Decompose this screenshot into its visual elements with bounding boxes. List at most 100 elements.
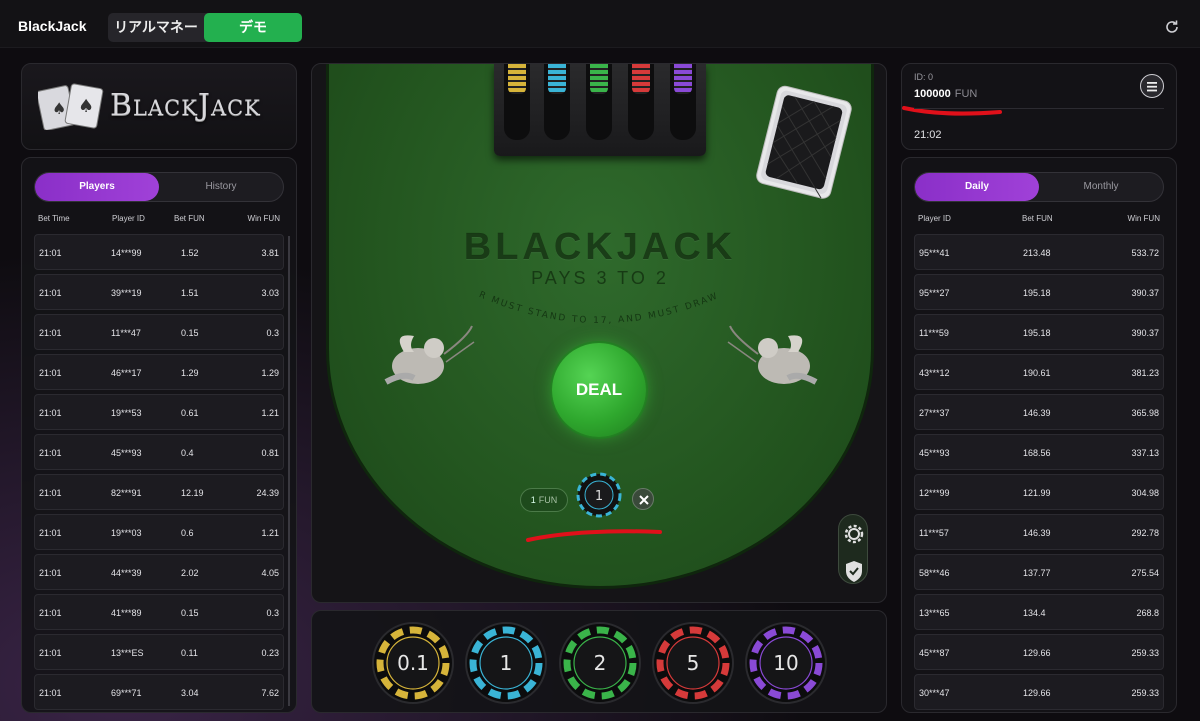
tab-monthly[interactable]: Monthly: [1039, 173, 1163, 201]
bet-amount: 146.39: [1023, 408, 1051, 418]
win-amount: 1.21: [261, 408, 279, 418]
player-id: 11***59: [919, 328, 949, 338]
bet-amount: 1.29: [181, 368, 199, 378]
clock: 21:02: [914, 129, 942, 141]
tab-daily[interactable]: Daily: [915, 173, 1039, 201]
bet-time: 21:01: [39, 488, 62, 498]
player-id: 82***91: [111, 488, 142, 498]
col-bet-time: Bet Time: [38, 214, 70, 223]
win-amount: 0.3: [266, 328, 279, 338]
bet-time: 21:01: [39, 288, 62, 298]
chip-0_1[interactable]: 0.1: [371, 621, 455, 705]
win-amount: 390.37: [1131, 328, 1159, 338]
chip-1[interactable]: 1: [464, 621, 548, 705]
table-row: 11***59 195.18 390.37: [914, 314, 1164, 350]
table-row: 45***87 129.66 259.33: [914, 634, 1164, 670]
win-amount: 390.37: [1131, 288, 1159, 298]
player-id: 13***ES: [111, 648, 144, 658]
bet-time: 21:01: [39, 648, 62, 658]
win-amount: 3.03: [261, 288, 279, 298]
win-amount: 3.81: [261, 248, 279, 258]
demo-button[interactable]: デモ: [204, 13, 302, 42]
table-row: 95***41 213.48 533.72: [914, 234, 1164, 270]
deal-button[interactable]: DEAL: [552, 343, 646, 437]
table-row: 27***37 146.39 365.98: [914, 394, 1164, 430]
bet-amount: 1: [530, 495, 536, 505]
win-amount: 4.05: [261, 568, 279, 578]
tab-history[interactable]: History: [159, 173, 283, 201]
tab-players[interactable]: Players: [35, 173, 159, 201]
win-amount: 275.54: [1131, 568, 1159, 578]
bet-time: 21:01: [39, 608, 62, 618]
player-id: 95***41: [919, 248, 950, 258]
table-row: 21:01 39***19 1.51 3.03: [34, 274, 284, 310]
player-id: 39***19: [111, 288, 142, 298]
real-money-button[interactable]: リアルマネー: [108, 13, 204, 42]
table-row: 30***47 129.66 259.33: [914, 674, 1164, 710]
col-player-id: Player ID: [918, 214, 951, 223]
table-row: 95***27 195.18 390.37: [914, 274, 1164, 310]
player-id: 44***39: [111, 568, 142, 578]
table-row: 21:01 69***71 3.04 7.62: [34, 674, 284, 710]
bet-amount: 134.4: [1023, 608, 1046, 618]
bet-amount: 3.04: [181, 688, 199, 698]
bet-time: 21:01: [39, 688, 62, 698]
red-underline-annotation: [902, 106, 1002, 116]
account-panel: ID: 0 100000 FUN 21:02: [901, 63, 1177, 150]
bet-amount: 0.15: [181, 328, 199, 338]
win-amount: 268.8: [1136, 608, 1159, 618]
table-row: 12***99 121.99 304.98: [914, 474, 1164, 510]
bet-amount: 0.61: [181, 408, 199, 418]
player-id: 11***47: [111, 328, 141, 338]
win-amount: 259.33: [1131, 648, 1159, 658]
col-win: Win FUN: [1127, 214, 1160, 223]
balance: 100000 FUN: [914, 88, 977, 100]
bet-amount: 121.99: [1023, 488, 1051, 498]
win-amount: 7.62: [261, 688, 279, 698]
bet-amount: 1.52: [181, 248, 199, 258]
bet-amount: 0.4: [181, 448, 194, 458]
shield-check-icon[interactable]: [839, 555, 869, 590]
win-amount: 0.23: [261, 648, 279, 658]
win-amount: 259.33: [1131, 688, 1159, 698]
chip-5[interactable]: 5: [651, 621, 735, 705]
bet-amount: 0.11: [181, 648, 198, 658]
gear-icon[interactable]: [839, 515, 869, 550]
tray-slot: [670, 64, 696, 140]
chip-2[interactable]: 2: [558, 621, 642, 705]
logo-panel: ♠ ♠ BlackJack: [21, 63, 297, 150]
tray-slot: [544, 64, 570, 140]
player-id: 45***93: [919, 448, 950, 458]
win-amount: 337.13: [1131, 448, 1159, 458]
menu-button[interactable]: [1140, 74, 1164, 98]
table-row: 21:01 11***47 0.15 0.3: [34, 314, 284, 350]
mode-switch: リアルマネー デモ: [108, 13, 302, 42]
scrollbar[interactable]: [288, 236, 290, 706]
table-row: 21:01 19***53 0.61 1.21: [34, 394, 284, 430]
current-bet: 1 FUN: [520, 488, 568, 512]
win-amount: 365.98: [1131, 408, 1159, 418]
svg-text:DEALER MUST STAND TO 17, AND M: DEALER MUST STAND TO 17, AND MUST DRAW T…: [312, 288, 720, 326]
refresh-icon[interactable]: [1164, 19, 1180, 35]
col-player-id: Player ID: [112, 214, 145, 223]
chip-selector: 0.1 1 2 5 10: [311, 610, 887, 713]
tray-slot: [504, 64, 530, 140]
bet-time: 21:01: [39, 328, 62, 338]
col-win: Win FUN: [247, 214, 280, 223]
clear-bet-button[interactable]: [632, 488, 654, 510]
col-bet: Bet FUN: [174, 214, 205, 223]
bet-time: 21:01: [39, 448, 62, 458]
chip-10[interactable]: 10: [744, 621, 828, 705]
bet-amount: 2.02: [181, 568, 199, 578]
dealer-chip-tray: [494, 64, 706, 156]
bet-time: 21:01: [39, 568, 62, 578]
chip-value: 1: [499, 651, 513, 675]
bet-amount: 195.18: [1023, 328, 1051, 338]
leaderboard-tabs: Daily Monthly: [914, 172, 1164, 202]
player-id: 12***99: [919, 488, 950, 498]
bet-chip[interactable]: 1: [576, 472, 622, 518]
playing-cards-icon: ♠ ♠: [38, 83, 104, 130]
win-amount: 1.29: [261, 368, 279, 378]
tray-slot: [628, 64, 654, 140]
table-title: BLACKJACK: [463, 226, 737, 268]
